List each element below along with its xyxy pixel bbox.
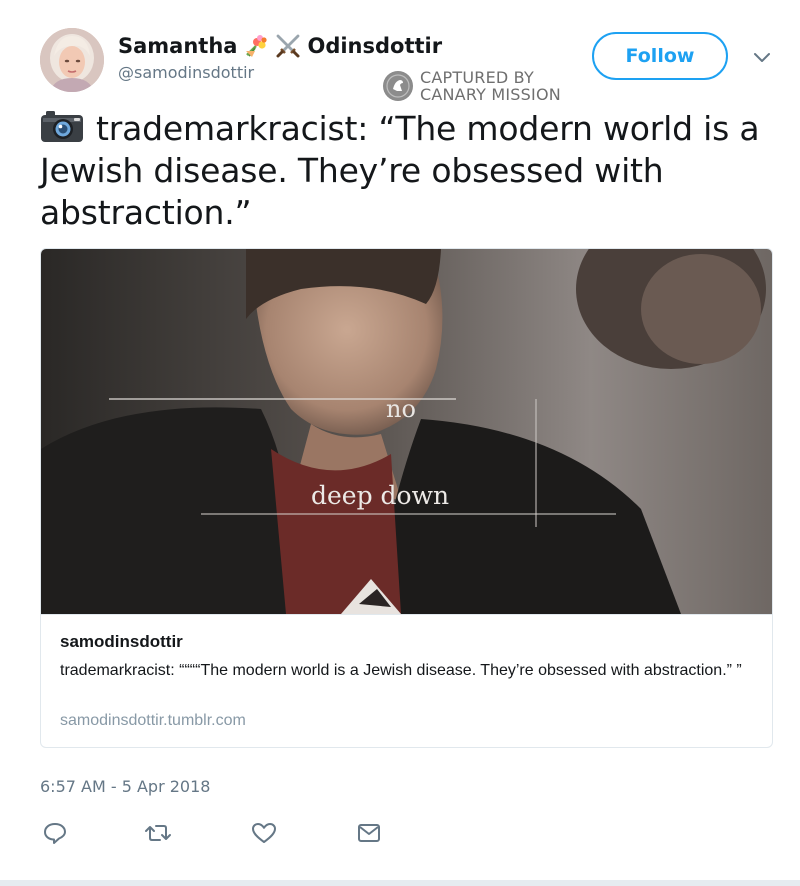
canary-mission-logo <box>383 71 413 101</box>
author-handle[interactable]: @samodinsdottir <box>118 63 254 82</box>
reply-icon[interactable] <box>40 818 70 848</box>
card-body: samodinsdottir trademarkracist: ““““The … <box>41 614 772 747</box>
image-caption-no: no <box>386 395 416 423</box>
author-name[interactable]: Samantha Odinsdottir <box>118 31 442 61</box>
avatar-image <box>40 28 104 92</box>
author-last-name: Odinsdottir <box>307 34 443 58</box>
bottom-divider <box>0 880 800 886</box>
action-bar <box>40 818 400 848</box>
avatar[interactable] <box>40 28 104 92</box>
camera-icon <box>40 109 84 143</box>
card-description: trademarkracist: ““““The modern world is… <box>60 662 742 679</box>
author-first-name: Samantha <box>118 34 238 58</box>
card-image: no deep down <box>41 249 772 614</box>
tweet-body: trademarkracist: “The modern world is a … <box>40 109 760 232</box>
follow-button[interactable]: Follow <box>592 32 728 80</box>
tweet-timestamp[interactable]: 6:57 AM - 5 Apr 2018 <box>40 777 210 796</box>
tweet: Samantha Odinsdottir @samodinsdottir Fol… <box>0 0 800 886</box>
message-icon[interactable] <box>354 818 384 848</box>
image-caption-deep-down: deep down <box>311 481 449 510</box>
watermark-line-1: CAPTURED BY <box>420 68 534 87</box>
card-photo: no deep down <box>41 249 772 614</box>
link-card[interactable]: no deep down samodinsdottir trademarkrac… <box>40 248 773 748</box>
chevron-down-icon[interactable] <box>752 50 772 64</box>
watermark-line-2: CANARY MISSION <box>420 85 561 104</box>
crossed-swords-icon <box>275 33 301 59</box>
like-icon[interactable] <box>249 818 279 848</box>
bouquet-icon <box>243 33 269 59</box>
canary-mission-watermark: CAPTURED BY CANARY MISSION <box>383 68 561 104</box>
card-domain: samodinsdottir.tumblr.com <box>60 712 246 729</box>
tweet-text: trademarkracist: “The modern world is a … <box>40 108 760 234</box>
retweet-icon[interactable] <box>143 818 173 848</box>
card-title: samodinsdottir <box>60 632 183 651</box>
